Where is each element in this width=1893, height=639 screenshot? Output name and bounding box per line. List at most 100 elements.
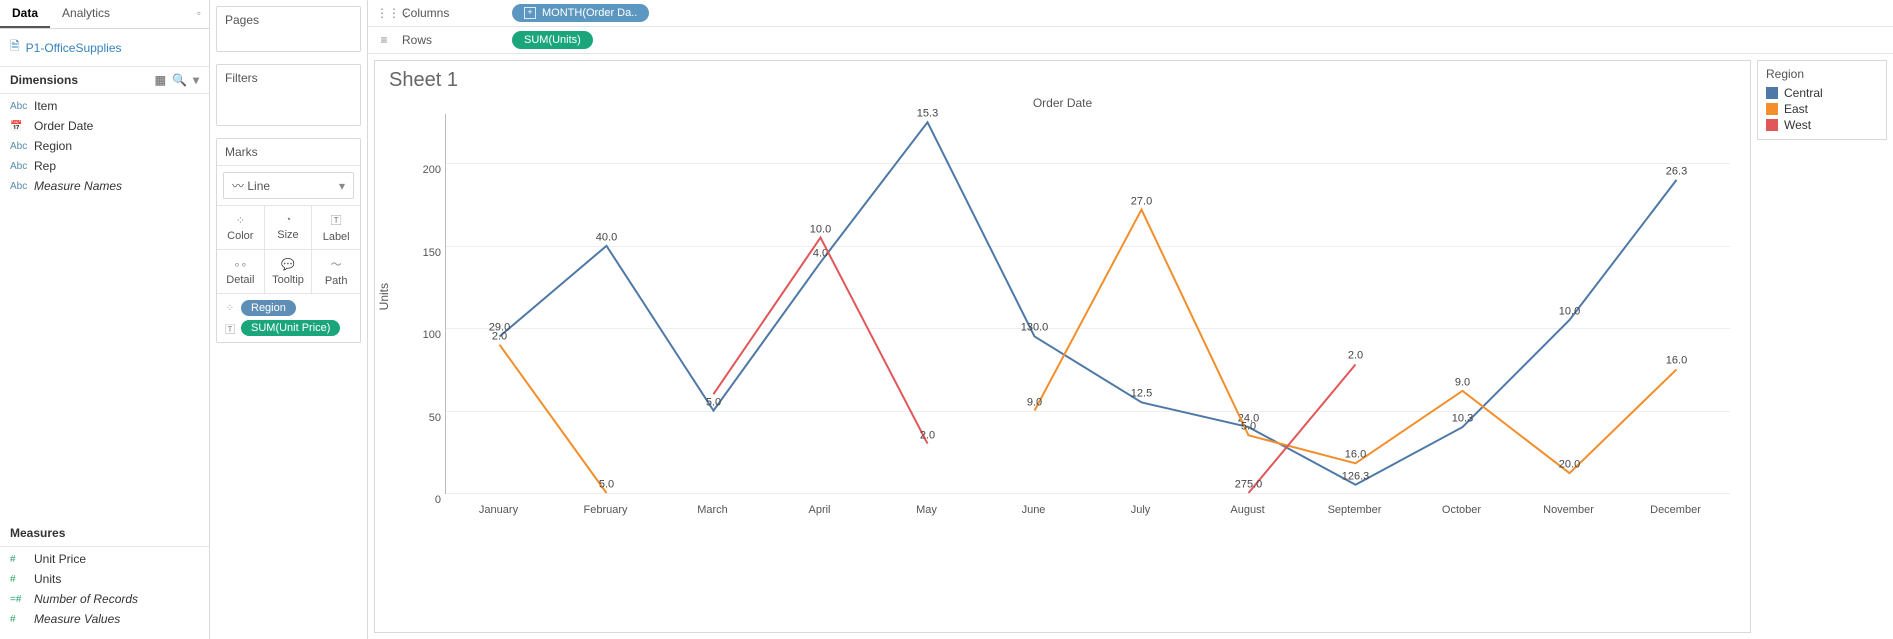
field-item[interactable]: # Measure Values xyxy=(0,609,209,629)
rows-pill[interactable]: SUM(Units) xyxy=(512,31,593,49)
columns-shelf[interactable]: ⋮⋮⋮ Columns + MONTH(Order Da.. xyxy=(368,0,1893,27)
mark-type-label: Line xyxy=(247,179,270,193)
y-tick-label: 200 xyxy=(423,164,441,176)
field-item[interactable]: =# Number of Records xyxy=(0,589,209,609)
rows-pill-label: SUM(Units) xyxy=(524,34,581,46)
dimensions-menu-icon[interactable]: ▾ xyxy=(193,73,199,87)
legend-label: East xyxy=(1784,102,1808,116)
chart-zone: Units 050100150200 29.040.05.04.015.3130… xyxy=(385,114,1740,534)
marks-grid: ⁘ Color ◔ Size 🅃 Label ∘∘ Detail 💬 T xyxy=(217,205,360,294)
marks-pill-row: ⁘ Region xyxy=(223,300,354,316)
label-icon: 🅃 xyxy=(223,321,237,335)
rows-icon: ≡ xyxy=(376,33,392,47)
legend-label: West xyxy=(1784,118,1811,132)
marks-size-label: Size xyxy=(277,229,298,241)
sheet-title[interactable]: Sheet 1 xyxy=(389,69,1740,92)
field-item[interactable]: Abc Rep xyxy=(0,156,209,176)
marks-path-button[interactable]: 〜 Path xyxy=(312,250,360,294)
rows-label: Rows xyxy=(402,33,502,47)
legend-swatch xyxy=(1766,87,1778,99)
marks-label-label: Label xyxy=(323,231,350,243)
y-axis-title: Units xyxy=(377,283,391,310)
search-fields-icon[interactable]: 🔍 xyxy=(172,73,187,87)
tab-menu-icon[interactable]: ◦ xyxy=(189,0,209,28)
y-tick-label: 50 xyxy=(429,412,441,424)
view-as-icon[interactable]: ▦ xyxy=(155,73,166,87)
chevron-down-icon: ▾ xyxy=(339,179,345,193)
marks-color-button[interactable]: ⁘ Color xyxy=(217,206,265,250)
marks-pill[interactable]: SUM(Unit Price) xyxy=(241,320,340,336)
legend-item[interactable]: Central xyxy=(1766,85,1878,101)
field-item[interactable]: #Units xyxy=(0,569,209,589)
field-label: Item xyxy=(34,99,57,113)
field-type-icon: 📅 xyxy=(10,121,28,132)
x-tick-label: July xyxy=(1131,504,1151,516)
field-type-icon: =# xyxy=(10,594,28,605)
color-dots-icon: ⁘ xyxy=(223,301,237,315)
shelves-panel: Pages Filters Marks 〰 Line ▾ ⁘ Color ◔ S… xyxy=(210,0,368,639)
field-type-icon: Abc xyxy=(10,101,28,112)
data-source-row[interactable]: 🗎 P1-OfficeSupplies xyxy=(0,29,209,67)
measures-header: Measures xyxy=(0,520,209,547)
rows-shelf[interactable]: ≡ Rows SUM(Units) xyxy=(368,27,1893,54)
dimensions-header: Dimensions ▦ 🔍 ▾ xyxy=(0,67,209,94)
dimensions-header-label: Dimensions xyxy=(10,73,78,87)
measures-list: #Unit Price#Units =# Number of Records # Mea… xyxy=(0,547,209,639)
x-tick-label: August xyxy=(1230,504,1264,516)
color-dots-icon: ⁘ xyxy=(236,214,245,227)
pages-shelf[interactable]: Pages xyxy=(216,6,361,52)
x-tick-label: May xyxy=(916,504,937,516)
field-item[interactable]: Abc Item xyxy=(0,96,209,116)
marks-card: Marks 〰 Line ▾ ⁘ Color ◔ Size 🅃 Label xyxy=(216,138,361,343)
field-label: Number of Records xyxy=(34,592,138,606)
legend-label: Central xyxy=(1784,86,1823,100)
filters-shelf[interactable]: Filters xyxy=(216,64,361,126)
marks-detail-button[interactable]: ∘∘ Detail xyxy=(217,250,265,294)
field-label: Rep xyxy=(34,159,56,173)
y-tick-label: 100 xyxy=(423,329,441,341)
data-source-icon: 🗎 xyxy=(10,37,20,58)
x-tick-label: April xyxy=(808,504,830,516)
plot-area[interactable]: 29.040.05.04.015.3130.012.524.0126.310.3… xyxy=(445,114,1730,494)
field-type-icon: Abc xyxy=(10,141,28,152)
main-area: ⋮⋮⋮ Columns + MONTH(Order Da.. ≡ Rows SU… xyxy=(368,0,1893,639)
y-tick-label: 150 xyxy=(423,247,441,259)
columns-label: Columns xyxy=(402,6,502,20)
marks-label-button[interactable]: 🅃 Label xyxy=(312,206,360,250)
legend-swatch xyxy=(1766,119,1778,131)
field-item[interactable]: AbcMeasure Names xyxy=(0,176,209,196)
columns-icon: ⋮⋮⋮ xyxy=(376,6,392,20)
field-item[interactable]: #Unit Price xyxy=(0,549,209,569)
marks-size-button[interactable]: ◔ Size xyxy=(265,206,313,250)
tab-data[interactable]: Data xyxy=(0,0,50,28)
legend-item[interactable]: East xyxy=(1766,101,1878,117)
worksheet: Sheet 1 Order Date Units 050100150200 29… xyxy=(374,60,1751,633)
mark-type-dropdown[interactable]: 〰 Line ▾ xyxy=(223,172,354,199)
columns-pill[interactable]: + MONTH(Order Da.. xyxy=(512,4,649,22)
x-tick-label: November xyxy=(1543,504,1594,516)
label-icon: 🅃 xyxy=(331,212,342,228)
field-label: Units xyxy=(34,572,61,586)
data-source-name: P1-OfficeSupplies xyxy=(26,41,122,55)
field-item[interactable]: 📅 Order Date xyxy=(0,116,209,136)
x-axis-labels: JanuaryFebruaryMarchAprilMayJuneJulyAugu… xyxy=(445,504,1730,524)
field-label: Order Date xyxy=(34,119,93,133)
dimensions-list: AbcItem📅Order DateAbcRegionAbcRepAbcMeas… xyxy=(0,94,209,206)
legend-items: Central East West xyxy=(1766,85,1878,133)
field-label: Unit Price xyxy=(34,552,86,566)
tab-analytics[interactable]: Analytics xyxy=(50,0,122,28)
marks-tooltip-button[interactable]: 💬 Tooltip xyxy=(265,250,313,294)
field-type-icon: # xyxy=(10,614,28,625)
field-item[interactable]: AbcRegion xyxy=(0,136,209,156)
field-type-icon: Abc xyxy=(10,161,28,172)
marks-title: Marks xyxy=(217,139,360,166)
field-label: Measure Values xyxy=(34,612,120,626)
x-tick-label: January xyxy=(479,504,518,516)
marks-detail-label: Detail xyxy=(226,274,254,286)
mark-type-line-icon: 〰 xyxy=(232,177,244,194)
legend-panel: Region CentralEastWest xyxy=(1757,60,1887,140)
chart-x-header: Order Date xyxy=(385,96,1740,110)
legend-item[interactable]: West xyxy=(1766,117,1878,133)
marks-path-label: Path xyxy=(325,275,348,287)
marks-pill[interactable]: Region xyxy=(241,300,296,316)
